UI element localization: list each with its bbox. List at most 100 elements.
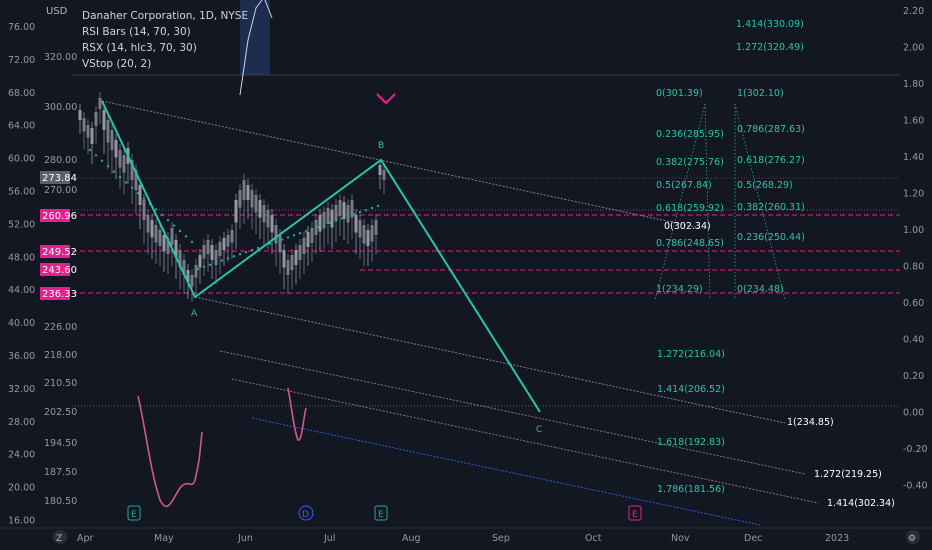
- y-axis-label-outer: 32.00: [8, 384, 35, 395]
- y-axis-label-outer: 44.00: [8, 285, 35, 296]
- fib-right-level: 1(302.10): [737, 88, 784, 99]
- y-axis-label-outer: 56.00: [8, 187, 35, 198]
- channel-label-3: 1.414(302.34): [827, 498, 895, 509]
- currency-label: USD: [46, 6, 68, 17]
- y-axis-label-inner: 320.00: [44, 52, 77, 63]
- y-axis-label-right: 2.20: [903, 6, 924, 17]
- legend-rsx[interactable]: RSX (14, hlc3, 70, 30): [82, 40, 248, 56]
- candle-body: [158, 230, 162, 246]
- candle-body: [282, 250, 286, 268]
- fib-ext-top-1: 1.414(330.09): [736, 19, 804, 30]
- y-axis-label-right: 2.00: [903, 43, 924, 54]
- channel-label-0: 0(302.34): [664, 221, 711, 232]
- vstop-dot: [274, 240, 278, 243]
- vstop-dot: [172, 224, 176, 227]
- y-axis-label-right: 1.60: [903, 116, 924, 127]
- price-tag-t4: 236.33: [42, 289, 77, 300]
- vstop-dot: [370, 206, 374, 210]
- candle-body: [278, 235, 282, 253]
- candle-body: [250, 190, 254, 208]
- candle-body: [262, 205, 266, 223]
- candle-body: [334, 205, 338, 222]
- candle-body: [94, 112, 98, 126]
- fib-left-level: 0.786(248.65): [656, 238, 724, 249]
- vstop-dot: [298, 232, 302, 235]
- fib-left-level: 1(234.29): [656, 284, 703, 295]
- y-axis-label-outer: 72.00: [8, 55, 35, 66]
- candle-body: [230, 230, 234, 243]
- vstop-dot: [154, 208, 158, 211]
- fib-ext-mid-3: 1.618(192.83): [657, 437, 725, 448]
- candle-body: [78, 110, 82, 120]
- wave-label-c: C: [536, 425, 542, 435]
- fib-right-level: 0.236(250.44): [737, 232, 805, 243]
- legend-title[interactable]: Danaher Corporation, 1D, NYSE: [82, 8, 248, 24]
- candle-body: [294, 250, 298, 265]
- vstop-dot: [130, 186, 134, 189]
- event-marker-earnings-3[interactable]: E: [628, 505, 642, 521]
- legend-rsi-bars[interactable]: RSI Bars (14, 70, 30): [82, 24, 248, 40]
- candle-body: [86, 125, 90, 138]
- candle-body: [154, 225, 158, 243]
- gear-icon: ⚙: [908, 534, 916, 544]
- vstop-dot: [202, 265, 206, 269]
- candle-body: [266, 210, 270, 228]
- candle-body: [170, 228, 174, 245]
- y-axis-label-inner: 226.00: [44, 322, 77, 333]
- event-marker-dividend[interactable]: D: [298, 505, 314, 521]
- candle-body: [326, 208, 330, 224]
- chart-canvas[interactable]: 76.00 72.00 68.00 64.00 60.00 56.00 52.00 48.00…: [0, 0, 932, 550]
- vstop-dot: [316, 225, 320, 229]
- fib-left-level: 0.5(267.84): [656, 180, 712, 191]
- x-axis-label: May: [154, 533, 174, 544]
- x-axis-label: Jun: [237, 533, 253, 544]
- vstop-dot: [100, 159, 104, 162]
- candle-body: [342, 202, 346, 219]
- y-axis-label-right: 0.60: [903, 298, 924, 309]
- candle-body: [162, 235, 166, 252]
- svg-text:D: D: [302, 510, 309, 520]
- fib-right-level: 0.786(287.63): [737, 124, 805, 135]
- x-axis-label: Sep: [492, 533, 510, 544]
- candle-body: [302, 238, 306, 254]
- legend-vstop[interactable]: VStop (20, 2): [82, 56, 248, 72]
- x-axis-label: 2023: [825, 533, 849, 544]
- fib-left-level: 0.236(285.95): [656, 129, 724, 140]
- candle-body: [138, 185, 142, 205]
- vstop-dot: [136, 192, 140, 195]
- channel-upper: [101, 100, 701, 229]
- y-axis-label-inner: 210.50: [44, 378, 77, 389]
- svg-text:E: E: [632, 510, 638, 520]
- vstop-dot: [286, 236, 290, 239]
- fib-left-level: 0(301.39): [656, 88, 703, 99]
- vstop-dot: [208, 263, 212, 266]
- candle-body: [142, 200, 146, 220]
- y-axis-label-outer: 20.00: [8, 483, 35, 494]
- y-axis-label-inner: 218.00: [44, 350, 77, 361]
- candle-body: [354, 215, 358, 233]
- chevron-down-icon: [376, 93, 396, 105]
- candle-body: [114, 140, 118, 158]
- vstop-dot: [88, 148, 92, 152]
- candle-body: [290, 255, 294, 270]
- vstop-dot: [142, 197, 146, 200]
- y-axis-label-right: 0.20: [903, 371, 924, 382]
- x-axis-label: Dec: [744, 533, 762, 544]
- x-axis-label: Nov: [671, 533, 690, 544]
- candle-body: [202, 245, 206, 259]
- candle-body: [330, 210, 334, 228]
- candle-body: [194, 265, 198, 278]
- candle-body: [378, 165, 382, 175]
- vstop-dot: [238, 253, 242, 256]
- vstop-dot: [358, 211, 362, 214]
- fib-right-level: 0.618(276.27): [737, 155, 805, 166]
- price-tag-t2: 249.52: [42, 247, 77, 258]
- event-marker-earnings-1[interactable]: E: [127, 505, 141, 521]
- candle-body: [98, 98, 102, 109]
- event-marker-earnings-2[interactable]: E: [374, 505, 388, 521]
- candle-body: [382, 170, 386, 180]
- candle-body: [370, 225, 374, 242]
- candle-body: [226, 235, 230, 247]
- vstop-dot: [94, 154, 98, 157]
- axis-settings-left-label: Z: [56, 534, 62, 544]
